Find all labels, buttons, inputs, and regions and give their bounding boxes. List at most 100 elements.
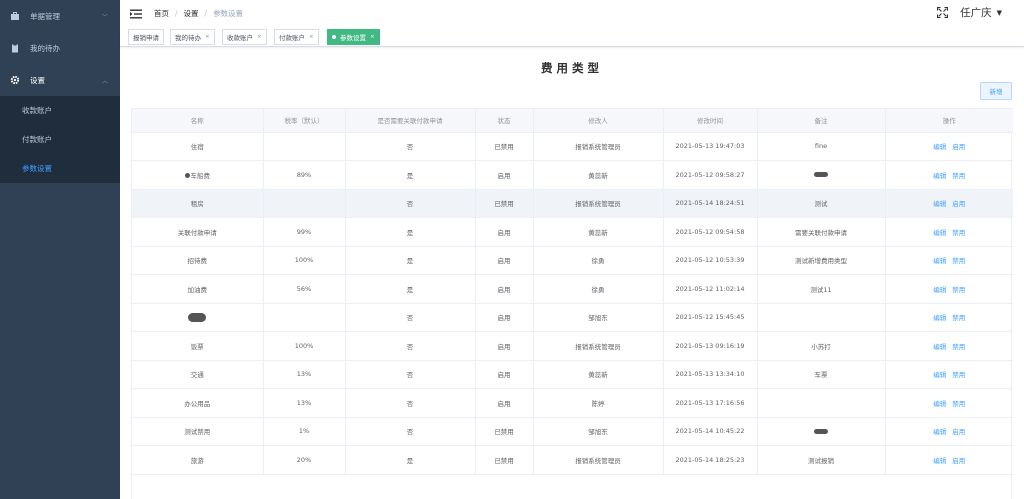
cell-modifier: 黄蕊新 (533, 217, 664, 247)
user-menu[interactable]: 任广庆 (960, 5, 992, 20)
breadcrumb-separator: / (204, 9, 208, 18)
cell-actions: 编辑 启用 (885, 445, 1013, 475)
cell-need-link: 否 (345, 331, 476, 361)
table-row: 测试禁用 1% 否 已禁用 邹旭东 2021-05-14 10:45:22 编辑… (132, 417, 1013, 446)
menu-item-documents[interactable]: 单据管理 ﹀ (0, 0, 120, 32)
edit-link[interactable]: 编辑 (933, 172, 946, 180)
breadcrumb: 首页 / 设置 / 参数设置 (154, 8, 243, 19)
cell-need-link: 是 (345, 217, 476, 247)
column-header: 备注 (757, 109, 886, 133)
cell-name: 加油费 (132, 274, 264, 304)
column-header: 操作 (885, 109, 1013, 133)
cell-name: 办公用品 (132, 388, 264, 418)
cell-actions: 编辑 禁用 (885, 331, 1013, 361)
cell-time: 2021-05-13 19:47:03 (663, 132, 758, 161)
cell-rate: 99% (263, 217, 346, 247)
cell-rate: 20% (263, 445, 346, 475)
edit-link[interactable]: 编辑 (933, 428, 946, 436)
tags-view: 报销申请 我的待办 × 收款账户 × 付款账户 × 参数设置 × (120, 27, 1024, 47)
close-icon[interactable]: × (370, 34, 375, 40)
edit-link[interactable]: 编辑 (933, 400, 946, 408)
toggle-status-link[interactable]: 禁用 (952, 371, 965, 379)
close-icon[interactable]: × (205, 34, 210, 40)
cell-name: 旅游 (132, 445, 264, 475)
cell-name-text: 车船费 (190, 171, 211, 180)
toggle-status-link[interactable]: 禁用 (952, 229, 965, 237)
cell-actions: 编辑 禁用 (885, 360, 1013, 389)
cell-actions: 编辑 禁用 (885, 160, 1013, 190)
close-icon[interactable]: × (309, 34, 314, 40)
cell-modifier: 邹旭东 (533, 303, 664, 332)
column-header: 修改人 (533, 109, 664, 133)
chevron-down-icon: ﹀ (101, 13, 108, 21)
cell-note: 需要关联付款申请 (757, 217, 886, 247)
cell-rate: 13% (263, 388, 346, 418)
fullscreen-icon[interactable] (937, 7, 949, 18)
cell-time: 2021-05-12 09:54:58 (663, 217, 758, 247)
cell-status: 已禁用 (475, 189, 534, 218)
tag-receiving-account[interactable]: 收款账户 × (222, 29, 267, 45)
tag-reimbursement[interactable]: 报销申请 (128, 29, 164, 45)
cell-need-link: 否 (345, 303, 476, 332)
edit-link[interactable]: 编辑 (933, 343, 946, 351)
cell-time: 2021-05-12 09:58:27 (663, 160, 758, 190)
tag-parameter-settings[interactable]: 参数设置 × (327, 29, 380, 45)
caret-down-icon[interactable]: ▼ (997, 9, 1002, 17)
cell-status: 启用 (475, 360, 534, 389)
cell-actions: 编辑 禁用 (885, 274, 1013, 304)
edit-link[interactable]: 编辑 (933, 371, 946, 379)
hamburger-icon[interactable] (130, 9, 142, 19)
table-row: 关联付款申请 99% 是 启用 黄蕊新 2021-05-12 09:54:58 … (132, 217, 1013, 247)
toggle-status-link[interactable]: 禁用 (952, 257, 965, 265)
sidebar: 单据管理 ﹀ 我的待办 设置 ︿ 收款账户 付款账户 参数设置 (0, 0, 120, 499)
breadcrumb-settings[interactable]: 设置 (184, 8, 199, 19)
redacted-mark (814, 172, 828, 178)
cell-status: 已禁用 (475, 132, 534, 161)
cell-actions: 编辑 禁用 (885, 217, 1013, 247)
edit-link[interactable]: 编辑 (933, 229, 946, 237)
breadcrumb-home[interactable]: 首页 (154, 8, 169, 19)
edit-link[interactable]: 编辑 (933, 457, 946, 465)
menu-item-settings[interactable]: 设置 ︿ (0, 64, 120, 96)
add-button[interactable]: 新增 (980, 82, 1012, 100)
toggle-status-link[interactable]: 禁用 (952, 286, 965, 294)
cell-status: 已禁用 (475, 417, 534, 446)
cell-time: 2021-05-14 18:24:51 (663, 189, 758, 218)
cell-name: 招待费 (132, 246, 264, 275)
cell-actions: 编辑 禁用 (885, 388, 1013, 418)
tag-my-todo[interactable]: 我的待办 × (170, 29, 215, 45)
cell-modifier: 报销系统管理员 (533, 132, 664, 161)
cell-rate: 1% (263, 417, 346, 446)
toggle-status-link[interactable]: 禁用 (952, 314, 965, 322)
close-icon[interactable]: × (257, 34, 262, 40)
cell-note (757, 303, 886, 332)
toggle-status-link[interactable]: 禁用 (952, 172, 965, 180)
menu-item-label: 单据管理 (30, 11, 60, 21)
edit-link[interactable]: 编辑 (933, 286, 946, 294)
menu-item-label: 我的待办 (30, 43, 60, 53)
toggle-status-link[interactable]: 禁用 (952, 400, 965, 408)
cell-rate (263, 189, 346, 218)
sidebar-item-parameter-settings[interactable]: 参数设置 (0, 154, 120, 183)
toggle-status-link[interactable]: 启用 (952, 428, 965, 436)
cell-name: 租房 (132, 189, 264, 218)
edit-link[interactable]: 编辑 (933, 257, 946, 265)
menu-item-todo[interactable]: 我的待办 (0, 32, 120, 64)
sidebar-item-receiving-account[interactable]: 收款账户 (0, 96, 120, 125)
cell-time: 2021-05-13 09:16:19 (663, 331, 758, 361)
edit-link[interactable]: 编辑 (933, 143, 946, 151)
sidebar-item-payment-account[interactable]: 付款账户 (0, 125, 120, 154)
toggle-status-link[interactable]: 启用 (952, 143, 965, 151)
cell-time: 2021-05-14 10:45:22 (663, 417, 758, 446)
cell-note: 小苏打 (757, 331, 886, 361)
tag-payment-account[interactable]: 付款账户 × (274, 29, 319, 45)
toggle-status-link[interactable]: 禁用 (952, 343, 965, 351)
cell-actions: 编辑 启用 (885, 189, 1013, 218)
cell-note: 车票 (757, 360, 886, 389)
cell-note (757, 417, 886, 446)
toggle-status-link[interactable]: 启用 (952, 457, 965, 465)
toggle-status-link[interactable]: 启用 (952, 200, 965, 208)
edit-link[interactable]: 编辑 (933, 314, 946, 322)
cell-need-link: 否 (345, 132, 476, 161)
edit-link[interactable]: 编辑 (933, 200, 946, 208)
